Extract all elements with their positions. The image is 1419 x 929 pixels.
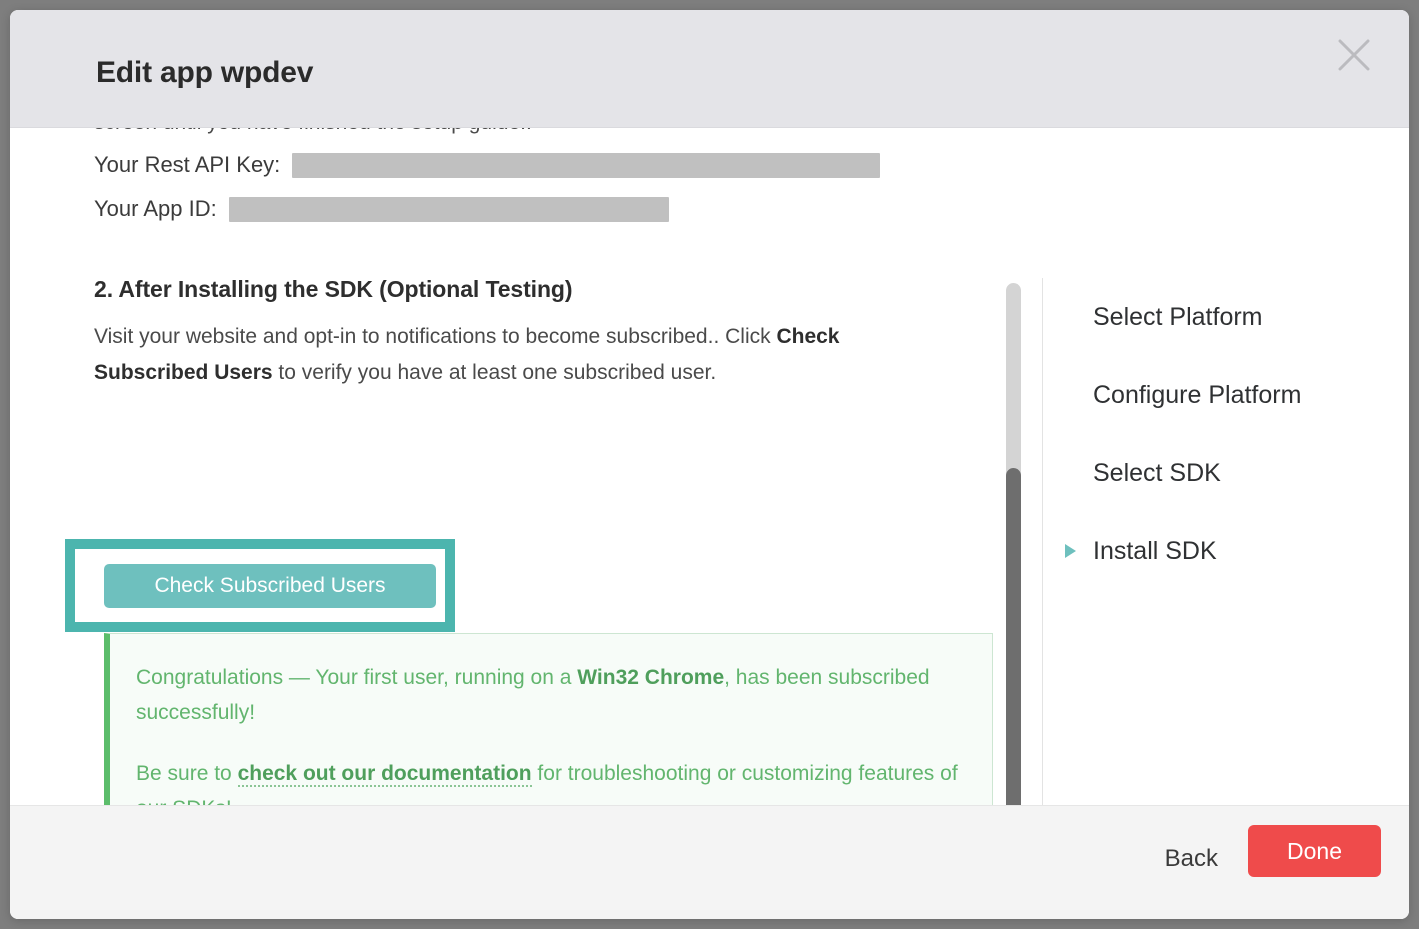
success-device-name: Win32 Chrome [577,666,724,689]
truncated-intro-text: screen until you have finished the setup… [94,128,1010,140]
section-heading: 2. After Installing the SDK (Optional Te… [94,276,1010,303]
page-title: Edit app wpdev [96,56,313,90]
rest-api-key-row: Your Rest API Key: [94,146,1010,184]
step-item-install-sdk[interactable]: Install SDK [1065,512,1385,590]
instruction-text: Visit your website and opt-in to notific… [94,319,934,391]
success-line-1: Congratulations — Your first user, runni… [136,660,962,730]
content-scrollbar-thumb[interactable] [1006,468,1021,805]
back-button[interactable]: Back [1159,844,1224,874]
success-line-1-part1: Congratulations — Your first user, runni… [136,666,577,689]
modal-header: Edit app wpdev [10,10,1409,128]
caret-right-icon [1065,544,1076,558]
step-item-select-platform[interactable]: Select Platform [1065,278,1385,356]
step-item-select-sdk[interactable]: Select SDK [1065,434,1385,512]
done-button[interactable]: Done [1248,825,1381,877]
setup-content-pane: screen until you have finished the setup… [10,128,1030,805]
app-id-label: Your App ID: [94,196,217,222]
success-line-2-part1: Be sure to [136,762,238,785]
check-subscribed-users-button[interactable]: Check Subscribed Users [104,564,436,608]
content-scrollbar-track[interactable] [1006,283,1021,805]
step-label: Select Platform [1093,303,1263,332]
setup-steps-list: Select Platform Configure Platform Selec… [1065,278,1385,590]
success-alert: Congratulations — Your first user, runni… [104,633,993,805]
step-item-configure-platform[interactable]: Configure Platform [1065,356,1385,434]
step-label: Install SDK [1093,537,1217,566]
documentation-link[interactable]: check out our documentation [238,762,532,787]
step-label: Configure Platform [1093,381,1301,410]
success-line-2: Be sure to check out our documentation f… [136,756,962,805]
instruction-text-part1: Visit your website and opt-in to notific… [94,325,776,348]
app-id-row: Your App ID: [94,190,1010,228]
vertical-divider [1042,278,1043,805]
modal-body: screen until you have finished the setup… [10,128,1409,805]
close-icon[interactable] [1331,32,1377,78]
modal-footer: Back Done [10,805,1409,919]
step-label: Select SDK [1093,459,1221,488]
rest-api-key-value-redacted [292,153,880,178]
rest-api-key-label: Your Rest API Key: [94,152,280,178]
instruction-text-part2: to verify you have at least one subscrib… [273,361,717,384]
app-id-value-redacted [229,197,669,222]
edit-app-modal: Edit app wpdev screen until you have fin… [10,10,1409,919]
